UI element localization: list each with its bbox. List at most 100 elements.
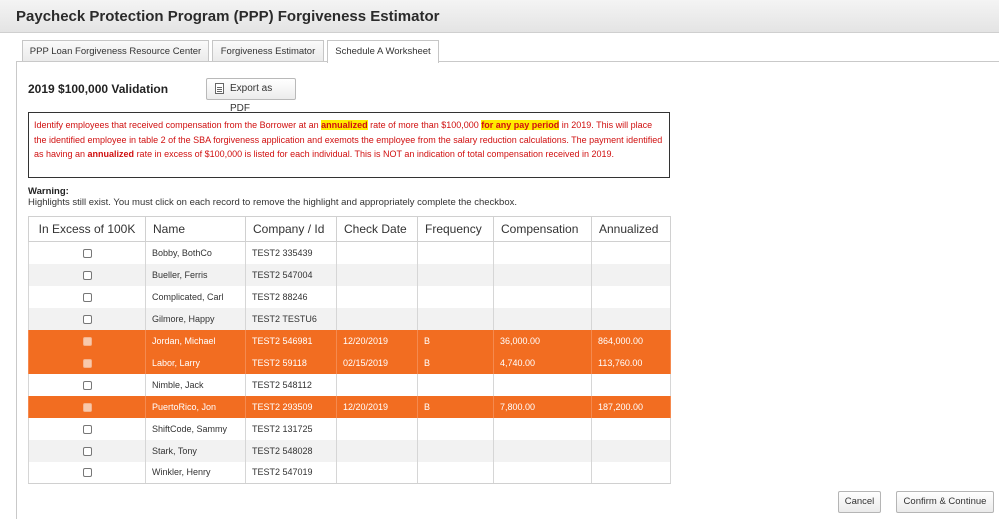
table-row[interactable]: Labor, Larry TEST2 59118 02/15/2019 B 4,740.…: [28, 351, 671, 374]
cell-frequency: [417, 461, 494, 484]
cell-annualized: [591, 241, 671, 264]
table-row[interactable]: ShiftCode, Sammy TEST2 131725: [28, 417, 671, 440]
cell-annualized: [591, 417, 671, 440]
cell-check-date: [336, 461, 418, 484]
table-row[interactable]: Bobby, BothCo TEST2 335439: [28, 241, 671, 264]
cell-frequency: [417, 417, 494, 440]
export-pdf-button[interactable]: Export as PDF: [206, 78, 296, 114]
cell-frequency: B: [417, 395, 494, 418]
cell-excess-checkbox: [28, 285, 146, 308]
excess-100k-checkbox[interactable]: [82, 402, 92, 412]
document-icon: [215, 83, 224, 94]
cell-company: TEST2 548112: [245, 373, 337, 396]
cell-annualized: [591, 285, 671, 308]
table-row[interactable]: Nimble, Jack TEST2 548112: [28, 373, 671, 396]
tab-resource-center[interactable]: PPP Loan Forgiveness Resource Center: [22, 40, 209, 62]
col-header-check-date[interactable]: Check Date: [336, 216, 418, 242]
cell-compensation: [493, 285, 592, 308]
cell-annualized: [591, 439, 671, 462]
cell-name: PuertoRico, Jon: [145, 395, 246, 418]
cell-company: TEST2 TESTU6: [245, 307, 337, 330]
cell-check-date: [336, 307, 418, 330]
cell-check-date: [336, 373, 418, 396]
cell-check-date: 02/15/2019: [336, 351, 418, 374]
cell-name: ShiftCode, Sammy: [145, 417, 246, 440]
cell-excess-checkbox: [28, 395, 146, 418]
excess-100k-checkbox[interactable]: [82, 446, 92, 456]
col-header-compensation[interactable]: Compensation: [493, 216, 592, 242]
cell-company: TEST2 335439: [245, 241, 337, 264]
cell-frequency: [417, 263, 494, 286]
col-header-company[interactable]: Company / Id: [245, 216, 337, 242]
cell-compensation: 7,800.00: [493, 395, 592, 418]
cancel-button[interactable]: Cancel: [838, 491, 881, 513]
table-header-row: In Excess of 100K Name Company / Id Chec…: [28, 216, 671, 242]
excess-100k-checkbox[interactable]: [82, 468, 92, 478]
table-row[interactable]: Stark, Tony TEST2 548028: [28, 439, 671, 462]
excess-100k-checkbox[interactable]: [82, 270, 92, 280]
notice-text-4: rate in excess of $100,000 is listed for…: [134, 149, 615, 159]
cell-compensation: [493, 373, 592, 396]
table-row[interactable]: Complicated, Carl TEST2 88246: [28, 285, 671, 308]
instructions-notice: Identify employees that received compens…: [28, 112, 670, 178]
excess-100k-checkbox[interactable]: [82, 358, 92, 368]
table-row[interactable]: PuertoRico, Jon TEST2 293509 12/20/2019 B 7,…: [28, 395, 671, 418]
table-row[interactable]: Jordan, Michael TEST2 546981 12/20/2019 B 36…: [28, 329, 671, 352]
col-header-frequency[interactable]: Frequency: [417, 216, 494, 242]
cell-frequency: [417, 241, 494, 264]
cell-excess-checkbox: [28, 241, 146, 264]
cell-check-date: [336, 285, 418, 308]
cell-annualized: [591, 307, 671, 330]
cell-excess-checkbox: [28, 351, 146, 374]
cell-check-date: [336, 241, 418, 264]
warning-title: Warning:: [28, 186, 69, 197]
cell-name: Labor, Larry: [145, 351, 246, 374]
cell-company: TEST2 548028: [245, 439, 337, 462]
col-header-annualized[interactable]: Annualized: [591, 216, 671, 242]
cell-company: TEST2 88246: [245, 285, 337, 308]
cell-compensation: [493, 263, 592, 286]
excess-100k-checkbox[interactable]: [82, 314, 92, 324]
section-title: 2019 $100,000 Validation: [28, 82, 169, 96]
excess-100k-checkbox[interactable]: [82, 380, 92, 390]
table-row[interactable]: Gilmore, Happy TEST2 TESTU6: [28, 307, 671, 330]
cell-company: TEST2 547019: [245, 461, 337, 484]
cell-annualized: 187,200.00: [591, 395, 671, 418]
excess-100k-checkbox[interactable]: [82, 292, 92, 302]
cell-compensation: [493, 417, 592, 440]
col-header-excess[interactable]: In Excess of 100K: [28, 216, 146, 242]
notice-text-2: rate of more than $100,000: [367, 120, 482, 130]
cell-company: TEST2 131725: [245, 417, 337, 440]
cell-compensation: 36,000.00: [493, 329, 592, 352]
cell-frequency: [417, 307, 494, 330]
cell-name: Bobby, BothCo: [145, 241, 246, 264]
tab-forgiveness-estimator[interactable]: Forgiveness Estimator: [212, 40, 324, 62]
confirm-continue-button[interactable]: Confirm & Continue: [896, 491, 994, 513]
cell-annualized: 864,000.00: [591, 329, 671, 352]
notice-bold-annualized: annualized: [87, 149, 135, 159]
excess-100k-checkbox[interactable]: [82, 424, 92, 434]
cell-name: Complicated, Carl: [145, 285, 246, 308]
cell-name: Nimble, Jack: [145, 373, 246, 396]
title-bar: Paycheck Protection Program (PPP) Forgiv…: [0, 0, 999, 33]
cell-compensation: 4,740.00: [493, 351, 592, 374]
cell-annualized: 113,760.00: [591, 351, 671, 374]
table-row[interactable]: Winkler, Henry TEST2 547019: [28, 461, 671, 484]
window-title: Paycheck Protection Program (PPP) Forgiv…: [16, 8, 440, 25]
cell-company: TEST2 547004: [245, 263, 337, 286]
cell-frequency: B: [417, 329, 494, 352]
cell-compensation: [493, 307, 592, 330]
table-row[interactable]: Bueller, Ferris TEST2 547004: [28, 263, 671, 286]
excess-100k-checkbox[interactable]: [82, 248, 92, 258]
cell-company: TEST2 293509: [245, 395, 337, 418]
cell-check-date: 12/20/2019: [336, 395, 418, 418]
col-header-name[interactable]: Name: [145, 216, 246, 242]
cell-name: Jordan, Michael: [145, 329, 246, 352]
tab-schedule-a-worksheet[interactable]: Schedule A Worksheet: [327, 40, 439, 63]
notice-highlight-annualized: annualized: [321, 120, 368, 130]
excess-100k-checkbox[interactable]: [82, 336, 92, 346]
cell-annualized: [591, 461, 671, 484]
cell-frequency: B: [417, 351, 494, 374]
cell-name: Gilmore, Happy: [145, 307, 246, 330]
cell-excess-checkbox: [28, 417, 146, 440]
